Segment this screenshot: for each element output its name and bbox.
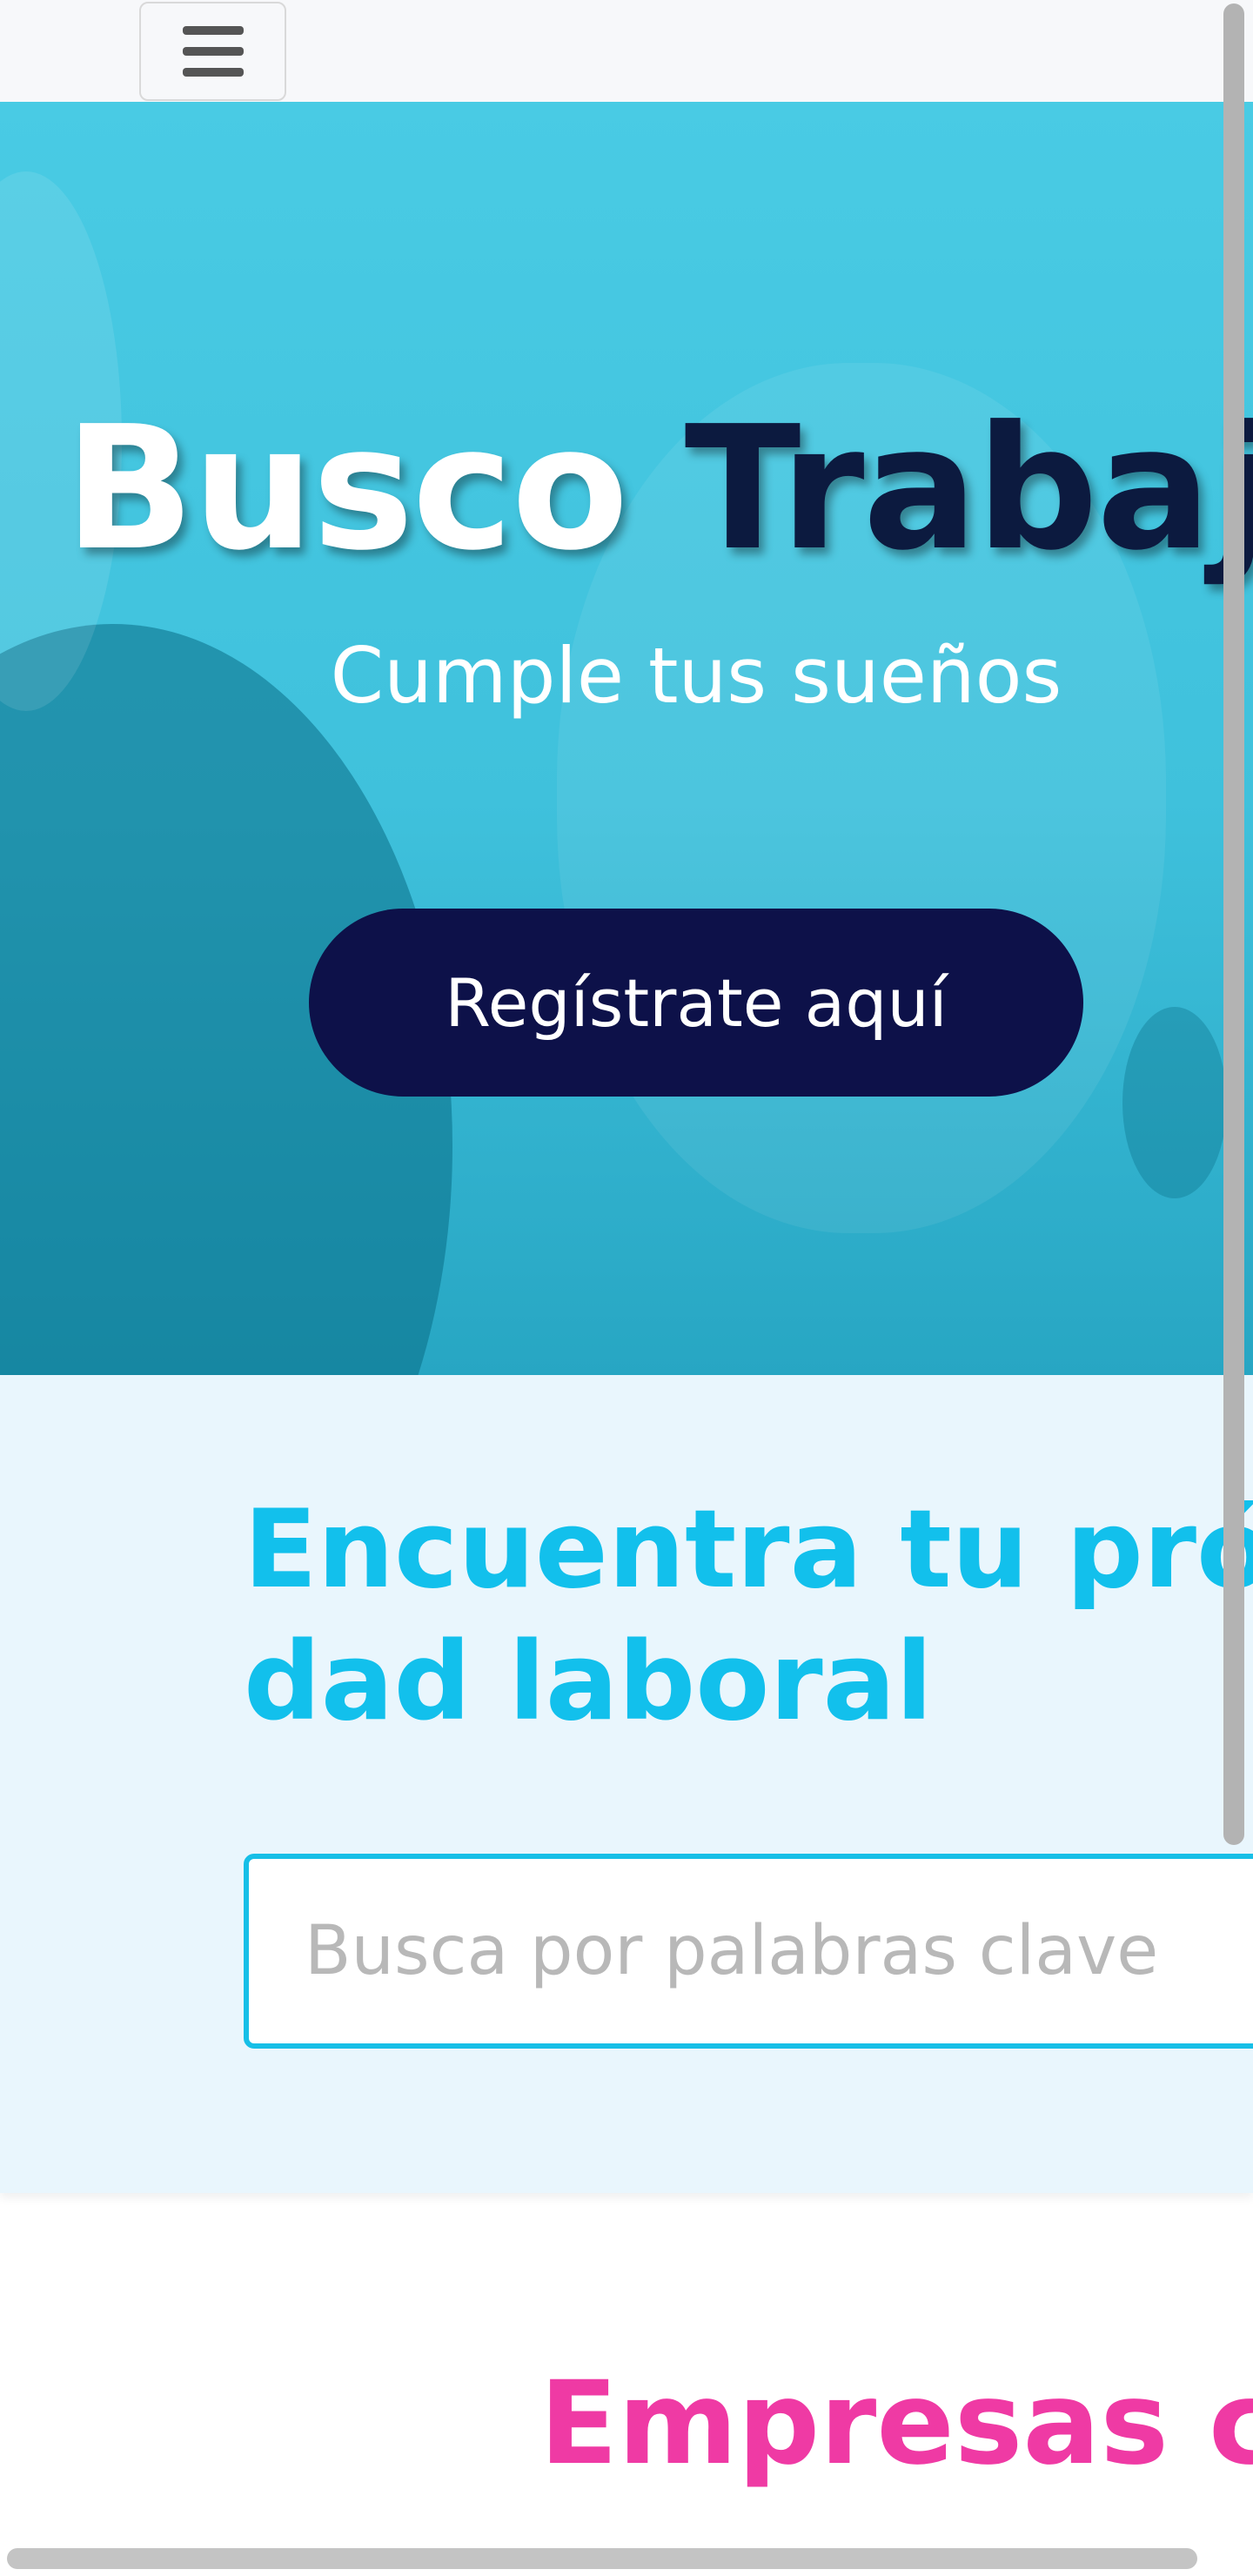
hamburger-menu-icon <box>182 26 244 77</box>
job-search-section: Encuentra tu próxima oportuni- dad labor… <box>0 1375 1253 2193</box>
horizontal-scrollbar[interactable] <box>7 2548 1197 2569</box>
top-navbar <box>0 0 1253 102</box>
register-button[interactable]: Regístrate aquí <box>309 909 1083 1097</box>
hero-title: Busco Trabajo <box>64 385 1253 594</box>
hero-background-photo-ear <box>1122 1007 1227 1198</box>
search-heading: Encuentra tu próxima oportuni- dad labor… <box>244 1484 1253 1748</box>
search-heading-line-1: Encuentra tu próxima oportuni- <box>244 1487 1253 1613</box>
hero-subtitle: Cumple tus sueños <box>330 631 1062 721</box>
search-heading-line-2: dad laboral <box>244 1620 933 1745</box>
companies-section-title: Empresas con las que trabajamos <box>539 2357 1253 2491</box>
hero-banner: Busco Trabajo Cumple tus sueños Regístra… <box>0 102 1253 1375</box>
search-box <box>244 1854 1253 2049</box>
keyword-search-input[interactable] <box>305 1912 1253 1990</box>
page: Busco Trabajo Cumple tus sueños Regístra… <box>0 0 1253 2576</box>
menu-toggle-button[interactable] <box>139 2 286 101</box>
hero-title-word-1: Busco <box>64 390 628 588</box>
hero-title-word-2: Trabajo <box>684 390 1253 588</box>
vertical-scrollbar[interactable] <box>1223 3 1244 1845</box>
